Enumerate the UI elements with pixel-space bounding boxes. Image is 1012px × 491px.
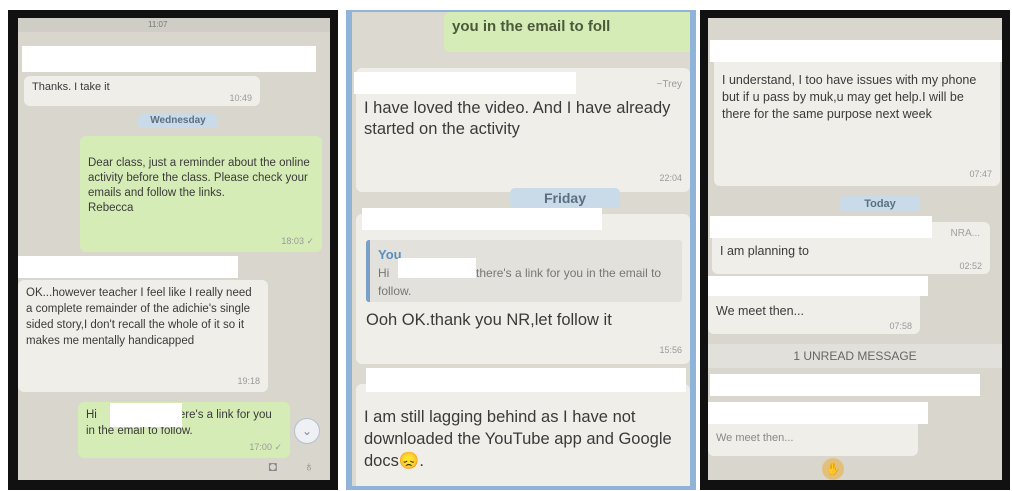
- ok-hand-emoji-icon: ✋: [822, 458, 844, 480]
- message-text: We meet then...: [716, 432, 794, 444]
- message-text: Dear class, just a reminder about the on…: [88, 157, 310, 214]
- day-separator: Today: [840, 196, 920, 212]
- redaction-box: [710, 216, 932, 238]
- message-time: 10:49: [229, 93, 252, 103]
- message-text: I am planning to: [720, 244, 809, 258]
- message-time: 19:18: [237, 376, 260, 386]
- message-bubble-incoming[interactable]: I am still lagging behind as I have not …: [356, 384, 690, 486]
- message-time: 07:58: [889, 321, 912, 331]
- screenshot-panel-1: 11:07 Thanks. I take it 10:49 Wednesday …: [8, 10, 338, 490]
- redaction-box: [710, 374, 980, 396]
- message-text: I have loved the video. And I have alrea…: [364, 99, 671, 138]
- chat-screen-1: 11:07 Thanks. I take it 10:49 Wednesday …: [18, 18, 330, 480]
- message-bubble-incoming[interactable]: Thanks. I take it 10:49: [24, 76, 260, 106]
- message-text: We meet then...: [716, 304, 805, 318]
- redaction-box: [354, 72, 576, 94]
- message-bubble-outgoing[interactable]: Dear class, just a reminder about the on…: [80, 136, 322, 252]
- redaction-box: [398, 258, 476, 278]
- message-time: 17:00 ✓: [249, 442, 282, 452]
- message-bubble-outgoing[interactable]: you in the email to foll: [444, 12, 690, 52]
- message-text: I understand, I too have issues with my …: [722, 73, 977, 121]
- day-separator: Friday: [510, 188, 620, 208]
- screenshot-panel-3: I understand, I too have issues with my …: [700, 10, 1010, 490]
- message-time: 22:04: [659, 173, 682, 183]
- message-text-prefix: Hi: [86, 409, 97, 421]
- day-separator: Wednesday: [138, 114, 218, 128]
- chat-screen-2: you in the email to foll ~Trey I have lo…: [352, 12, 690, 486]
- microphone-icon[interactable]: ♁: [300, 458, 318, 476]
- message-text: I am still lagging behind as I have not …: [364, 408, 672, 470]
- sender-fragment: NRA...: [950, 228, 980, 239]
- redaction-box: [366, 368, 686, 392]
- message-text: Thanks. I take it: [32, 81, 110, 93]
- message-time: 07:47: [969, 169, 992, 179]
- message-bubble-incoming[interactable]: I understand, I too have issues with my …: [714, 46, 1000, 186]
- redaction-box: [18, 256, 238, 278]
- unread-divider: 1 UNREAD MESSAGE: [708, 344, 1002, 368]
- screenshot-panel-2: you in the email to foll ~Trey I have lo…: [346, 10, 696, 490]
- message-bubble-incoming[interactable]: You Hi there's a link for you in the ema…: [356, 214, 690, 364]
- message-text: Ooh OK.thank you NR,let follow it: [366, 311, 612, 329]
- scroll-down-icon[interactable]: ⌄: [294, 418, 320, 444]
- camera-icon[interactable]: ◘: [264, 458, 282, 476]
- redaction-box: [110, 403, 182, 427]
- message-time: 18:03 ✓: [281, 236, 314, 246]
- redaction-box: [362, 208, 602, 230]
- redaction-box: [708, 276, 928, 296]
- redaction-box: [22, 46, 316, 72]
- message-time: 02:52: [959, 261, 982, 271]
- status-time: 11:07: [148, 20, 168, 29]
- redaction-box: [710, 40, 1002, 62]
- message-time: 15:56: [659, 345, 682, 355]
- status-bar: 11:07: [18, 18, 330, 32]
- message-text: OK...however teacher I feel like I reall…: [26, 287, 252, 347]
- message-text: you in the email to foll: [452, 18, 611, 35]
- chat-screen-3: I understand, I too have issues with my …: [708, 18, 1002, 480]
- message-bubble-incoming[interactable]: OK...however teacher I feel like I reall…: [18, 280, 268, 392]
- sender-name: ~Trey: [656, 79, 682, 90]
- redaction-box: [708, 402, 928, 424]
